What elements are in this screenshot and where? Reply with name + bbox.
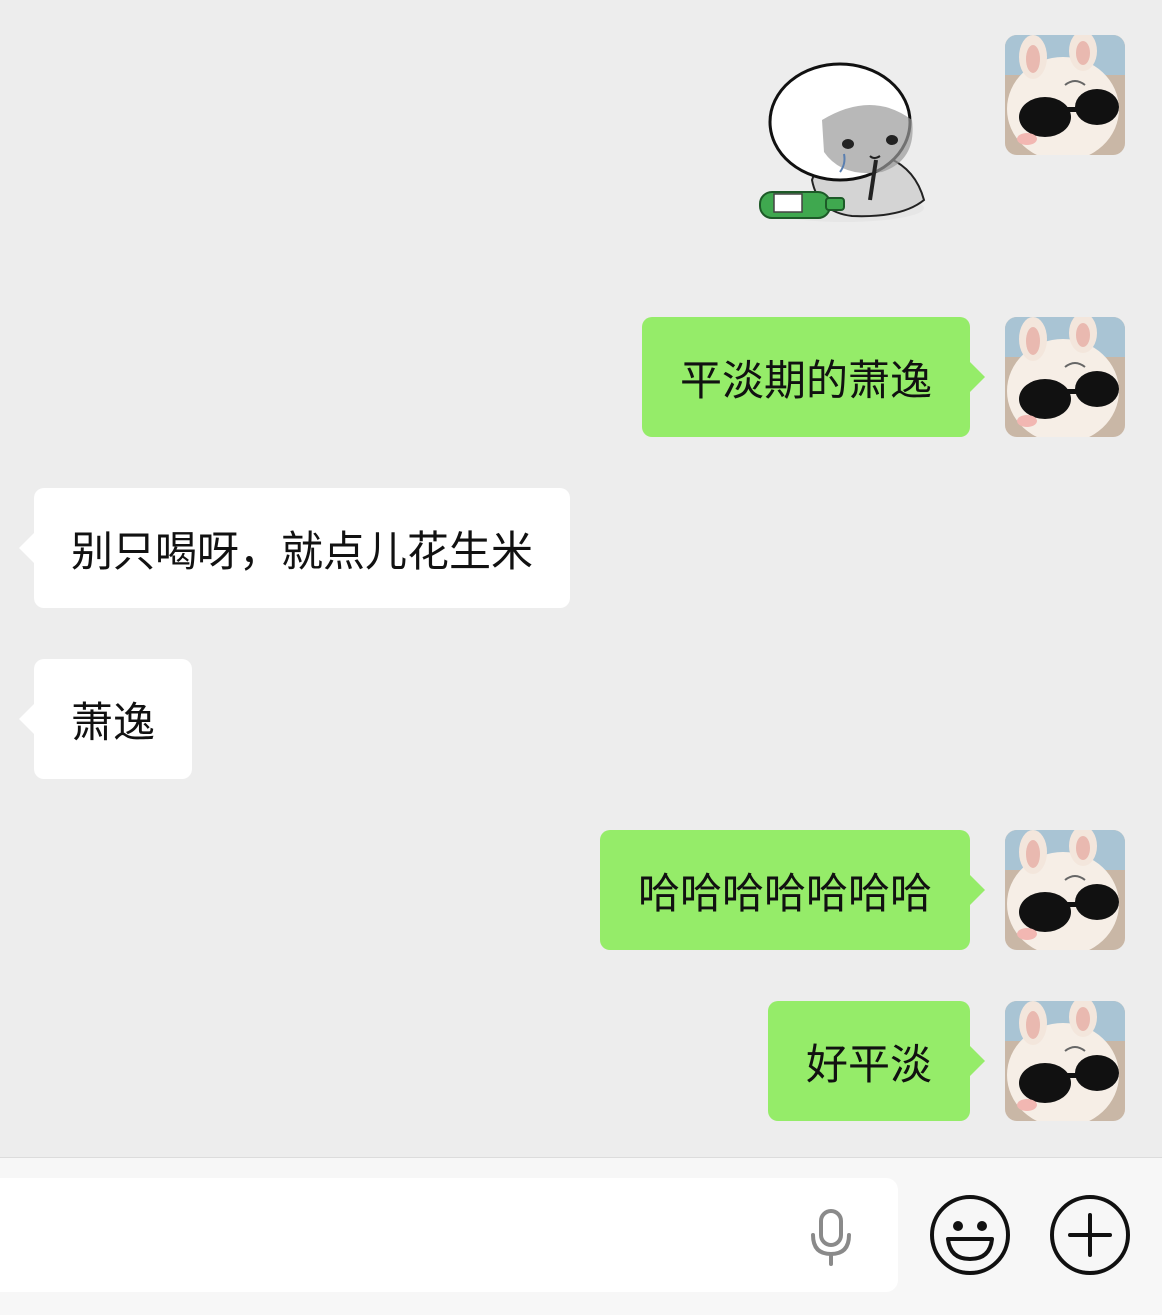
incoming-message-bubble[interactable]: 别只喝呀，就点儿花生米 [18, 488, 571, 608]
plus-icon [1050, 1195, 1130, 1275]
avatar[interactable] [1005, 35, 1125, 155]
avatar[interactable] [1005, 1001, 1125, 1121]
message-text: 平淡期的萧逸 [679, 355, 932, 405]
emoji-button[interactable] [928, 1193, 1012, 1277]
message-text: 好平淡 [805, 1039, 932, 1089]
chat-area: 平淡期的萧逸 别只喝呀，就点儿花生米 萧逸 哈哈哈哈哈哈哈 好平淡 [0, 0, 1162, 1157]
message-text: 萧逸 [71, 697, 156, 747]
avatar[interactable] [1005, 317, 1125, 437]
sticker-message[interactable] [752, 60, 942, 232]
sunglasses-bunny-icon [1005, 1001, 1125, 1121]
outgoing-message-bubble[interactable]: 平淡期的萧逸 [641, 317, 986, 437]
crying-bun-sticker-icon [759, 62, 926, 222]
outgoing-message-bubble[interactable]: 好平淡 [767, 1001, 986, 1121]
avatar[interactable] [1005, 830, 1125, 950]
message-input[interactable] [0, 1178, 898, 1292]
outgoing-message-bubble[interactable]: 哈哈哈哈哈哈哈 [599, 830, 986, 950]
message-text: 别只喝呀，就点儿花生米 [71, 526, 534, 576]
sunglasses-bunny-icon [1005, 35, 1125, 155]
more-button[interactable] [1048, 1193, 1132, 1277]
sunglasses-bunny-icon [1005, 317, 1125, 437]
emoji-icon [930, 1195, 1010, 1275]
incoming-message-bubble[interactable]: 萧逸 [18, 659, 193, 779]
microphone-icon[interactable] [808, 1208, 854, 1266]
message-text: 哈哈哈哈哈哈哈 [637, 868, 932, 918]
sunglasses-bunny-icon [1005, 830, 1125, 950]
